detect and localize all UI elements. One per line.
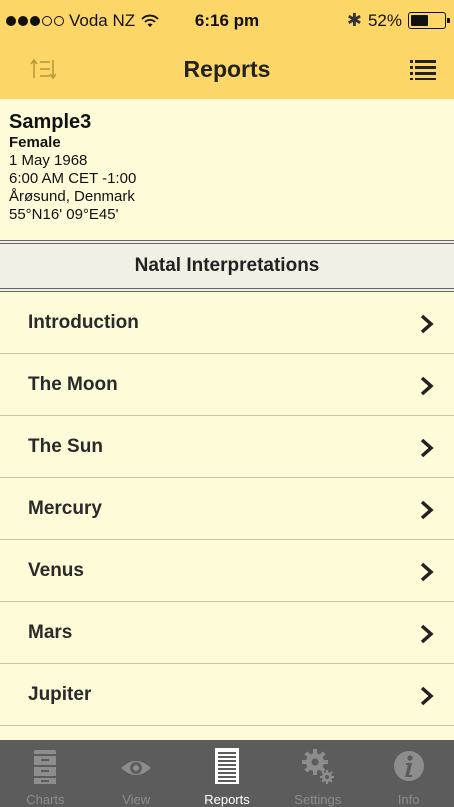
chevron-right-icon — [420, 686, 434, 706]
tab-label: Settings — [294, 792, 342, 807]
list-item-the-sun[interactable]: The Sun — [0, 416, 454, 478]
battery-tip — [447, 18, 450, 23]
profile-date: 1 May 1968 — [9, 152, 88, 169]
gear-icon — [301, 749, 334, 784]
tab-charts[interactable]: Charts — [0, 740, 91, 807]
battery-percent: 52% — [367, 10, 402, 30]
profile-place: Årøsund, Denmark — [9, 188, 135, 205]
list-item-mercury[interactable]: Mercury — [0, 478, 454, 540]
chevron-right-icon — [420, 314, 434, 334]
chevron-right-icon — [420, 624, 434, 644]
tab-bar: Charts View Reports Settings Info — [0, 740, 454, 807]
section-header: Natal Interpretations — [0, 240, 454, 292]
chevron-right-icon — [420, 438, 434, 458]
profile-coordinates: 55°N16' 09°E45' — [9, 206, 119, 223]
list-icon[interactable] — [410, 58, 436, 80]
nav-bar: Reports — [0, 40, 454, 99]
bluetooth-icon: ✱ — [346, 10, 362, 30]
tab-view[interactable]: View — [91, 740, 182, 807]
tab-label: Info — [397, 792, 420, 807]
eye-icon — [121, 761, 152, 775]
list-item-jupiter[interactable]: Jupiter — [0, 664, 454, 726]
list-item-label: Mercury — [28, 498, 102, 519]
list-item-partial[interactable] — [0, 726, 454, 740]
cabinet-icon — [34, 750, 57, 784]
battery-icon — [408, 12, 450, 29]
battery-fill — [411, 15, 428, 26]
tab-label: Charts — [26, 792, 65, 807]
tab-label: View — [122, 792, 151, 807]
status-bar: Voda NZ 6:16 pm ✱ 52% — [0, 0, 454, 40]
document-icon — [214, 748, 239, 784]
report-list: Introduction The Moon The Sun Mercury Ve… — [0, 292, 454, 740]
chevron-right-icon — [420, 376, 434, 396]
list-item-venus[interactable]: Venus — [0, 540, 454, 602]
list-item-label: Mars — [28, 622, 73, 643]
info-icon — [393, 751, 424, 781]
tab-label: Reports — [204, 792, 250, 807]
chevron-right-icon — [420, 562, 434, 582]
list-item-label: Venus — [28, 560, 84, 581]
list-item-the-moon[interactable]: The Moon — [0, 354, 454, 416]
list-item-label: Introduction — [28, 312, 139, 333]
profile-gender: Female — [9, 134, 61, 151]
list-item-label: Jupiter — [28, 684, 92, 705]
tab-settings[interactable]: Settings — [272, 740, 363, 807]
profile-time: 6:00 AM CET -1:00 — [9, 170, 137, 187]
list-item-mars[interactable]: Mars — [0, 602, 454, 664]
tab-reports[interactable]: Reports — [182, 740, 273, 807]
profile-name: Sample3 — [9, 111, 92, 133]
header: Voda NZ 6:16 pm ✱ 52% Reports — [0, 0, 454, 99]
list-item-label: The Moon — [28, 374, 118, 395]
page-title: Reports — [183, 56, 271, 82]
chart-profile: Sample3 Female 1 May 1968 6:00 AM CET -1… — [0, 99, 454, 240]
list-item-label: The Sun — [28, 436, 103, 457]
battery-info: ✱ 52% — [346, 10, 450, 31]
tab-info[interactable]: Info — [363, 740, 454, 807]
list-item-introduction[interactable]: Introduction — [0, 292, 454, 354]
chevron-right-icon — [420, 500, 434, 520]
